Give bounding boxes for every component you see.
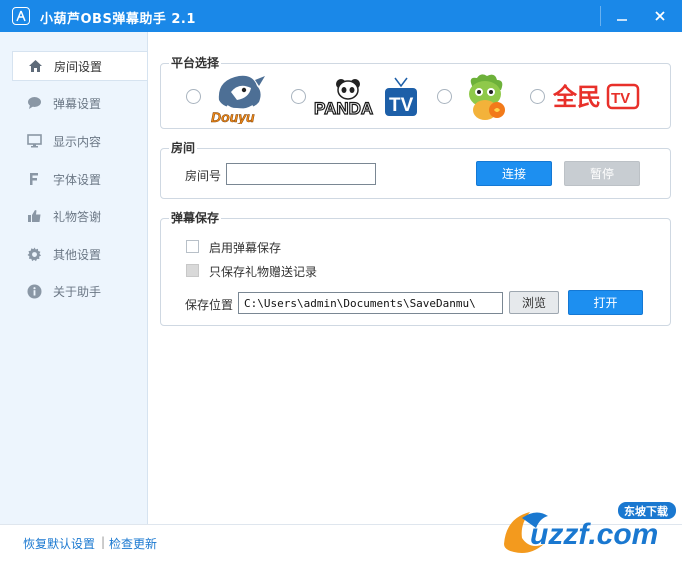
- title-bar[interactable]: 小葫芦OBS弹幕助手 2.1: [0, 0, 682, 32]
- douyu-logo-text: Douyu: [211, 109, 255, 124]
- reset-defaults-link[interactable]: 恢复默认设置: [23, 535, 95, 552]
- quanmin-tv-logo[interactable]: 全民 TV: [553, 78, 643, 114]
- dragon-mascot-logo[interactable]: [459, 70, 513, 124]
- connect-button[interactable]: 连接: [476, 161, 552, 186]
- platform-radio-panda[interactable]: [291, 89, 306, 104]
- thumbs-up-icon: [26, 208, 42, 224]
- sidebar: 房间设置 弹幕设置 显示内容 字体设置 礼物答谢 其他设置 关于助手: [0, 32, 148, 524]
- pause-button[interactable]: 暂停: [564, 161, 640, 186]
- font-icon: [26, 171, 42, 187]
- monitor-icon: [26, 133, 42, 149]
- uzzf-watermark-logo: uzzf.com 东坡下载: [504, 502, 676, 553]
- sidebar-item-other-settings[interactable]: 其他设置: [12, 239, 147, 269]
- chat-bubble-icon: [26, 95, 42, 111]
- danmu-save-group-title: 弹幕保存: [169, 209, 222, 226]
- browse-button[interactable]: 浏览: [509, 291, 559, 314]
- sidebar-item-about[interactable]: 关于助手: [12, 276, 147, 306]
- platform-group-title: 平台选择: [169, 54, 222, 71]
- minimize-icon: [617, 19, 627, 21]
- panda-tv-logo[interactable]: PANDA TV: [313, 74, 419, 120]
- sidebar-item-display-content[interactable]: 显示内容: [12, 126, 147, 156]
- platform-radio-douyu[interactable]: [186, 89, 201, 104]
- panda-logo-text: PANDA: [314, 99, 373, 118]
- gift-only-label: 只保存礼物赠送记录: [209, 265, 318, 279]
- minimize-button[interactable]: [602, 0, 642, 32]
- titlebar-separator: [600, 6, 601, 26]
- sidebar-item-label: 显示内容: [53, 134, 102, 149]
- close-button[interactable]: [640, 0, 680, 32]
- sidebar-item-label: 房间设置: [54, 59, 103, 74]
- watermark-badge-text: 东坡下载: [624, 504, 668, 518]
- save-path-input[interactable]: [238, 292, 503, 314]
- sidebar-item-label: 关于助手: [53, 284, 102, 299]
- sidebar-item-font-settings[interactable]: 字体设置: [12, 164, 147, 194]
- close-icon: [655, 11, 665, 21]
- quanmin-tv-text: TV: [611, 90, 630, 107]
- sidebar-item-gift-thanks[interactable]: 礼物答谢: [12, 201, 147, 231]
- douyu-logo[interactable]: Douyu: [209, 70, 271, 124]
- gift-only-checkbox[interactable]: [186, 264, 199, 277]
- room-group-title: 房间: [169, 139, 198, 156]
- sidebar-item-label: 字体设置: [53, 172, 102, 187]
- platform-group: 平台选择 Douyu PANDA TV 全民 TV: [160, 54, 671, 129]
- save-path-label: 保存位置: [185, 298, 234, 312]
- danmu-save-group: 弹幕保存 启用弹幕保存 只保存礼物赠送记录 保存位置 浏览 打开: [160, 209, 671, 326]
- sidebar-item-label: 其他设置: [53, 247, 102, 262]
- footer-separator: |: [101, 535, 106, 549]
- enable-save-checkbox[interactable]: [186, 240, 199, 253]
- room-number-label: 房间号: [185, 169, 222, 183]
- enable-save-label: 启用弹幕保存: [209, 241, 282, 255]
- sidebar-item-label: 弹幕设置: [53, 96, 102, 111]
- check-update-link[interactable]: 检查更新: [109, 535, 157, 552]
- panda-tv-text: TV: [389, 95, 414, 116]
- gear-icon: [26, 246, 42, 262]
- open-folder-button[interactable]: 打开: [568, 290, 643, 315]
- platform-radio-quanmin[interactable]: [530, 89, 545, 104]
- room-group: 房间 房间号 连接 暂停: [160, 139, 671, 199]
- window-title: 小葫芦OBS弹幕助手 2.1: [40, 12, 196, 27]
- sidebar-item-room-settings[interactable]: 房间设置: [12, 51, 147, 81]
- platform-radio-huya[interactable]: [437, 89, 452, 104]
- app-logo-icon: [12, 7, 30, 25]
- room-number-input[interactable]: [226, 163, 376, 185]
- sidebar-item-danmu-settings[interactable]: 弹幕设置: [12, 88, 147, 118]
- quanmin-logo-text: 全民: [553, 83, 601, 111]
- watermark-text: uzzf.com: [530, 518, 658, 551]
- sidebar-item-label: 礼物答谢: [53, 209, 102, 224]
- info-icon: [26, 283, 42, 299]
- home-icon: [27, 58, 43, 74]
